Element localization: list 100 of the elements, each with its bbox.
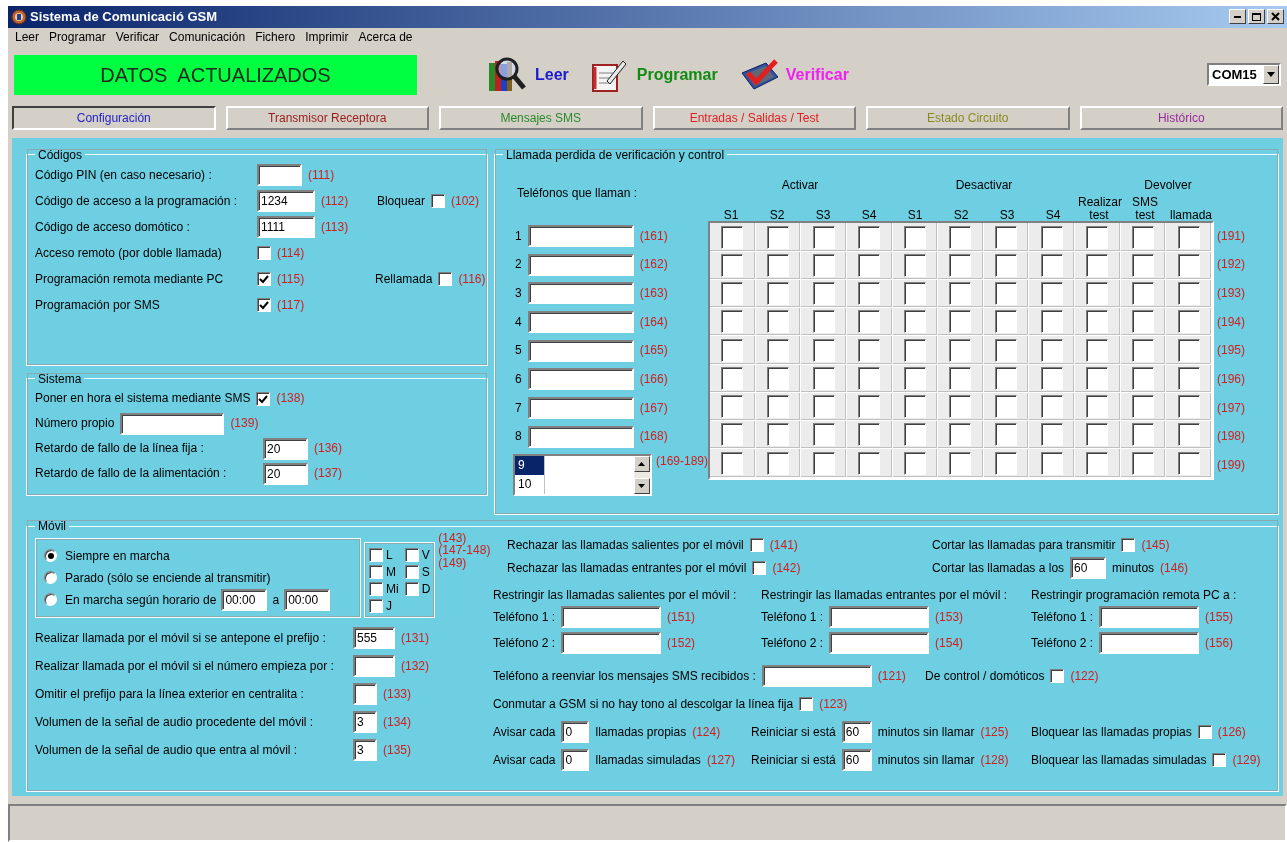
checkbox[interactable] (1040, 310, 1063, 334)
checkbox[interactable] (1040, 395, 1063, 419)
checkbox[interactable] (995, 338, 1018, 362)
phone-field[interactable] (527, 224, 634, 247)
input-field[interactable]: 20 (263, 437, 308, 460)
checkbox[interactable] (1086, 395, 1109, 419)
input-field[interactable]: 0 (561, 749, 590, 772)
checkbox[interactable] (766, 282, 789, 306)
phone-field[interactable] (527, 282, 634, 305)
phone-field[interactable] (561, 632, 662, 655)
checkbox[interactable] (721, 366, 744, 390)
checkbox[interactable] (766, 366, 789, 390)
checkbox[interactable] (858, 395, 881, 419)
input-field[interactable]: 1234 (257, 190, 315, 213)
checkbox[interactable] (431, 194, 445, 209)
checkbox[interactable] (721, 423, 744, 447)
input-field[interactable]: 0 (561, 721, 590, 744)
checkbox[interactable] (721, 310, 744, 334)
checkbox[interactable] (721, 225, 744, 249)
checkbox[interactable] (1132, 423, 1155, 447)
checkbox[interactable] (752, 561, 767, 576)
checkbox[interactable] (1086, 225, 1109, 249)
checkbox[interactable] (812, 310, 835, 334)
list-item[interactable]: 10 (515, 474, 634, 494)
checkbox[interactable] (721, 253, 744, 277)
checkbox[interactable] (995, 395, 1018, 419)
checkbox[interactable] (1197, 725, 1212, 740)
checkbox[interactable] (812, 282, 835, 306)
phone-field[interactable] (1099, 606, 1200, 629)
menu-item[interactable]: Leer (10, 30, 45, 43)
checkbox[interactable] (949, 423, 972, 447)
tab[interactable]: Transmisor Receptora (225, 105, 429, 130)
read-button[interactable]: Leer (487, 54, 569, 95)
checkbox[interactable] (766, 225, 789, 249)
port-select[interactable]: COM15 (1207, 63, 1281, 87)
checkbox[interactable] (995, 423, 1018, 447)
checkbox[interactable] (766, 423, 789, 447)
checkbox[interactable] (949, 451, 972, 475)
checkbox[interactable] (995, 451, 1018, 475)
checkbox[interactable] (1040, 423, 1063, 447)
checkbox[interactable] (1177, 451, 1200, 475)
checkbox[interactable] (1132, 338, 1155, 362)
checkbox[interactable] (949, 338, 972, 362)
phone-field[interactable] (527, 253, 634, 276)
checkbox[interactable] (1132, 253, 1155, 277)
maximize-button[interactable] (1248, 9, 1265, 25)
checkbox[interactable] (1132, 451, 1155, 475)
checkbox[interactable] (949, 366, 972, 390)
checkbox[interactable] (858, 282, 881, 306)
phone-field[interactable] (527, 425, 634, 448)
input-field[interactable]: 00:00 (284, 588, 331, 611)
menu-item[interactable]: Verificar (110, 30, 165, 43)
radio-button[interactable] (44, 571, 57, 585)
input-field[interactable] (761, 665, 872, 688)
input-field[interactable]: 60 (841, 749, 872, 772)
checkbox[interactable] (949, 253, 972, 277)
scroll-up-button[interactable] (633, 455, 650, 472)
checkbox[interactable] (1121, 538, 1136, 553)
checkbox[interactable] (949, 282, 972, 306)
checkbox[interactable] (858, 225, 881, 249)
checkbox[interactable] (903, 366, 926, 390)
checkbox[interactable] (1050, 669, 1065, 684)
checkbox[interactable] (1086, 310, 1109, 334)
checkbox[interactable] (949, 225, 972, 249)
checkbox[interactable] (749, 538, 764, 553)
checkbox[interactable] (721, 338, 744, 362)
radio-button[interactable] (44, 593, 57, 607)
checkbox[interactable] (1177, 225, 1200, 249)
checkbox[interactable] (1086, 338, 1109, 362)
checkbox[interactable] (1086, 366, 1109, 390)
menu-item[interactable]: Fichero (250, 30, 301, 43)
checkbox[interactable] (799, 697, 814, 712)
checkbox[interactable] (1132, 366, 1155, 390)
phone-field[interactable] (1099, 632, 1200, 655)
checkbox[interactable] (812, 423, 835, 447)
scroll-down-button[interactable] (633, 477, 650, 494)
close-button[interactable] (1267, 9, 1284, 25)
day-checkbox[interactable]: Mi (369, 580, 399, 598)
input-field[interactable]: 3 (353, 738, 377, 761)
checkbox[interactable] (812, 451, 835, 475)
checkbox[interactable] (1132, 225, 1155, 249)
checkbox[interactable] (995, 282, 1018, 306)
phone-field[interactable] (527, 368, 634, 391)
checkbox[interactable] (995, 225, 1018, 249)
checkbox[interactable] (438, 272, 453, 287)
phone-field[interactable] (527, 310, 634, 333)
input-field[interactable]: 1111 (257, 216, 315, 239)
list-item[interactable]: 9 (515, 455, 634, 475)
checkbox[interactable] (1177, 423, 1200, 447)
checkbox[interactable] (1086, 253, 1109, 277)
checkbox[interactable] (1212, 753, 1227, 768)
menu-item[interactable]: Comunicación (164, 30, 251, 43)
checkbox[interactable] (1177, 310, 1200, 334)
checkbox[interactable] (256, 391, 271, 406)
checkbox[interactable] (1040, 338, 1063, 362)
checkbox[interactable] (903, 395, 926, 419)
phone-field[interactable] (527, 396, 634, 419)
checkbox[interactable] (766, 451, 789, 475)
input-field[interactable]: 60 (1070, 557, 1107, 580)
checkbox[interactable] (766, 338, 789, 362)
